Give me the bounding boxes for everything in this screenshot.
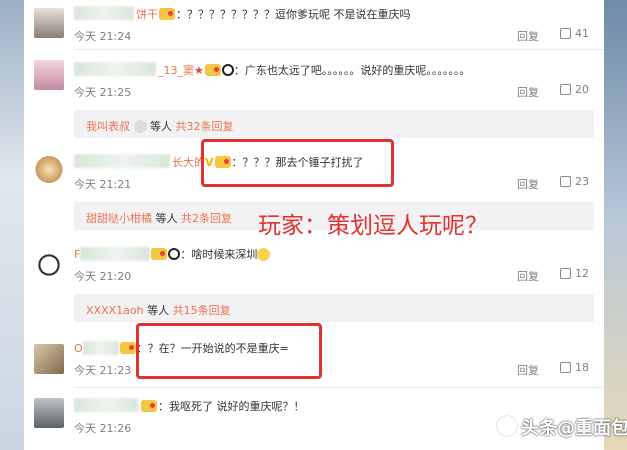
username[interactable]: _13_窦	[158, 64, 194, 77]
comment-time: 今天 21:20	[74, 270, 132, 283]
reply-button[interactable]: 回复	[517, 28, 539, 44]
username-blurred	[80, 247, 151, 261]
reply-mid-text: 等人	[147, 304, 170, 317]
username[interactable]: O	[74, 342, 83, 355]
watermark: 头条@重面包香	[497, 414, 627, 440]
like-count: 23	[575, 175, 589, 188]
like-count: 41	[575, 27, 589, 40]
vip-badge-icon	[151, 248, 168, 260]
medal-icon	[133, 120, 147, 133]
like-count: 20	[575, 83, 589, 96]
reply-user[interactable]: XXXX1aoh	[86, 304, 144, 317]
reply-summary[interactable]: 我叫表叔 等人 共32条回复	[74, 110, 594, 138]
thumbs-up-icon	[560, 84, 571, 95]
watermark-logo-icon	[497, 416, 517, 436]
thumbs-up-icon	[560, 268, 571, 279]
reply-mid-text: 等人	[150, 120, 172, 133]
star-icon: ★	[194, 64, 204, 77]
comment-time: 今天 21:25	[74, 86, 132, 99]
comment-text-line: 饼干 ：？？？？？？？？逗你爹玩呢 不是说在重庆吗	[136, 6, 411, 22]
reply-user[interactable]: 我叫表叔	[86, 120, 130, 133]
avatar[interactable]	[34, 60, 64, 90]
avatar[interactable]	[34, 398, 64, 428]
comment-text: ：我呕死了 说好的重庆呢？！	[158, 400, 305, 413]
like-button[interactable]: 20	[560, 83, 589, 96]
highlight-box	[201, 139, 394, 187]
panda-emoji-icon	[221, 64, 234, 76]
reply-button[interactable]: 回复	[517, 362, 539, 378]
username-blurred	[74, 398, 138, 412]
comment-time: 今天 21:21	[74, 178, 132, 191]
avatar[interactable]	[34, 156, 64, 186]
like-count: 12	[575, 267, 589, 280]
comment-text-line: _13_窦★ ：广东也太远了吧。。。。。。说好的重庆呢。。。。。。。	[158, 62, 470, 78]
thumbs-up-icon	[560, 28, 571, 39]
thumbs-up-icon	[560, 362, 571, 373]
vip-badge-icon	[159, 8, 175, 20]
avatar[interactable]	[34, 250, 64, 280]
username[interactable]: 饼干	[136, 8, 158, 21]
background-right	[603, 0, 627, 450]
thumbs-up-icon	[560, 176, 571, 187]
username-blurred	[74, 154, 170, 168]
reply-mid-text: 等人	[155, 212, 178, 225]
reply-button[interactable]: 回复	[517, 268, 539, 284]
username-blurred	[74, 62, 156, 76]
comment-time: 今天 21:24	[74, 30, 132, 43]
view-replies-link[interactable]: 共2条回复	[181, 212, 232, 225]
panda-emoji-icon	[168, 248, 181, 260]
avatar[interactable]	[34, 8, 64, 38]
view-replies-link[interactable]: 共32条回复	[176, 120, 234, 133]
like-button[interactable]: 12	[560, 267, 589, 280]
reply-button[interactable]: 回复	[517, 84, 539, 100]
reply-user[interactable]: 甜甜哒小柑橘	[86, 212, 152, 225]
divider	[74, 387, 604, 388]
like-button[interactable]: 41	[560, 27, 589, 40]
view-replies-link[interactable]: 共15条回复	[173, 304, 231, 317]
comment-text: ：广东也太远了吧。。。。。。说好的重庆呢。。。。。。。	[233, 64, 471, 77]
comment-text-line: ：我呕死了 说好的重庆呢？！	[140, 398, 305, 414]
divider	[74, 49, 604, 50]
comment-time: 今天 21:23	[74, 364, 132, 377]
highlight-box	[136, 323, 322, 379]
comment-text-line: F ：啥时候来深圳	[74, 246, 271, 262]
avatar[interactable]	[34, 344, 64, 374]
watermark-text: 头条@重面包香	[521, 418, 627, 439]
vip-badge-icon	[204, 64, 221, 76]
username-blurred	[82, 341, 119, 355]
reply-button[interactable]: 回复	[517, 176, 539, 192]
vip-badge-icon	[141, 400, 157, 412]
comment-time: 今天 21:26	[74, 422, 132, 435]
like-button[interactable]: 18	[560, 361, 589, 374]
reply-summary[interactable]: XXXX1aoh 等人 共15条回复	[74, 294, 594, 322]
overlay-caption: 玩家：策划逗人玩呢？	[258, 213, 488, 239]
username-blurred	[74, 6, 134, 20]
smile-emoji-icon	[257, 248, 271, 261]
like-count: 18	[575, 361, 589, 374]
like-button[interactable]: 23	[560, 175, 589, 188]
vip-badge-icon	[119, 342, 136, 354]
comment-text: ：啥时候来深圳	[180, 248, 258, 261]
comment-text: ：？？？？？？？？逗你爹玩呢 不是说在重庆吗	[176, 8, 411, 21]
